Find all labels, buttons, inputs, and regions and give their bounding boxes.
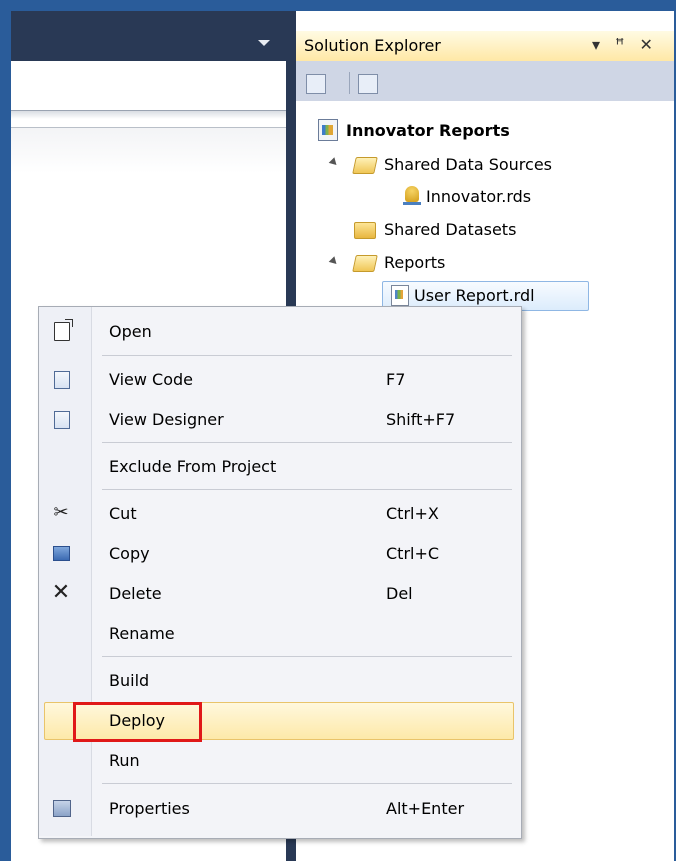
close-icon[interactable]: ✕ [639,35,652,54]
properties-toolbar-icon[interactable] [306,74,326,94]
view-designer-icon [54,411,70,429]
dropdown-icon[interactable]: ▾ [592,35,600,54]
menu-item-build[interactable]: Build [39,664,519,697]
menu-item-cut[interactable]: ✂ Cut Ctrl+X [39,497,519,530]
window-frame-top [0,0,676,11]
menu-item-delete[interactable]: ✕ Delete Del [39,577,519,610]
scissors-icon: ✂ [53,502,69,523]
menu-item-run[interactable]: Run [39,744,519,777]
highlight-callout-box [73,702,202,742]
tree-item-reports[interactable]: Reports [384,253,445,272]
menu-separator [102,355,512,356]
pin-icon[interactable]: ꟸ [615,35,624,54]
open-folder-icon [352,157,378,174]
window-frame-left [0,0,11,861]
panel-window-controls: ▾ ꟸ ✕ [592,35,663,54]
solution-explorer-toolbar [296,61,674,101]
report-file-icon [391,285,409,306]
properties-icon [53,800,71,817]
data-source-icon [403,186,421,205]
menu-separator [102,489,512,490]
open-folder-icon [352,255,378,272]
tree-item-user-report[interactable]: User Report.rdl [414,286,535,305]
open-document-icon [54,319,73,341]
toolbar-separator [349,72,350,94]
folder-icon [354,222,376,239]
solution-explorer-title: Solution Explorer [304,36,441,55]
menu-item-open[interactable]: Open [39,315,519,348]
menu-item-properties[interactable]: Properties Alt+Enter [39,792,519,825]
copy-icon [53,546,70,561]
menu-item-view-code[interactable]: View Code F7 [39,363,519,396]
menu-item-rename[interactable]: Rename [39,617,519,650]
menu-item-exclude-from-project[interactable]: Exclude From Project [39,450,519,483]
menu-separator [102,442,512,443]
tree-item-shared-data-sources[interactable]: Shared Data Sources [384,155,552,174]
menu-item-copy[interactable]: Copy Ctrl+C [39,537,519,570]
menu-item-view-designer[interactable]: View Designer Shift+F7 [39,403,519,436]
tree-item-shared-datasets[interactable]: Shared Datasets [384,220,516,239]
delete-x-icon: ✕ [51,580,71,605]
editor-tab-strip [11,11,286,61]
menu-separator [102,656,512,657]
report-project-icon [318,119,338,141]
tree-item-innovator-rds[interactable]: Innovator.rds [426,187,531,206]
tree-item-project[interactable]: Innovator Reports [346,121,510,140]
chevron-down-icon[interactable] [258,40,270,46]
editor-ruler [11,110,286,119]
show-all-files-icon[interactable] [358,74,378,94]
view-code-icon [54,371,70,389]
editor-toolbar-strip [11,127,286,173]
menu-separator [102,783,512,784]
